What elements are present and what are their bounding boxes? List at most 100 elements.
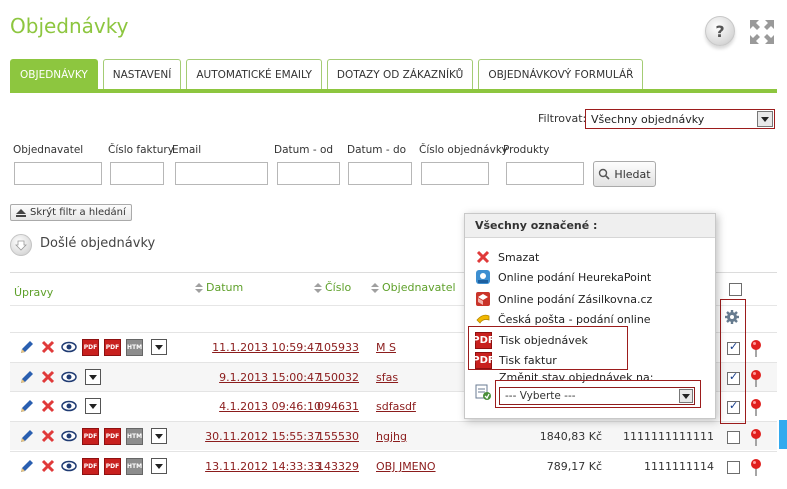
row-date[interactable]: 4.1.2013 09:46:10 bbox=[210, 400, 321, 413]
row-number[interactable]: 094631 bbox=[317, 400, 359, 413]
bulk-ceska-posta[interactable]: Česká pošta - podání online bbox=[475, 311, 651, 327]
row-actions-dropdown[interactable] bbox=[151, 428, 167, 444]
view-eye-icon[interactable] bbox=[61, 458, 77, 474]
map-pin-icon[interactable] bbox=[750, 428, 762, 446]
tab-automatic-emails[interactable]: AUTOMATICKÉ EMAILY bbox=[186, 59, 322, 90]
htm-icon[interactable]: HTM bbox=[126, 458, 143, 475]
row-amount: 1840,83 Kč bbox=[539, 430, 602, 443]
col-date-label: Datum bbox=[206, 281, 244, 294]
pdf-invoice-icon[interactable]: PDF bbox=[104, 339, 121, 356]
invoice-number-input[interactable] bbox=[110, 162, 164, 185]
row-actions-dropdown[interactable] bbox=[85, 398, 101, 414]
col-number-label: Číslo bbox=[325, 281, 352, 294]
row-number[interactable]: 105933 bbox=[317, 341, 359, 354]
sort-icon bbox=[314, 283, 322, 293]
delete-icon[interactable] bbox=[40, 458, 56, 474]
date-to-input[interactable] bbox=[348, 162, 412, 185]
row-number[interactable]: 155530 bbox=[317, 430, 359, 443]
row-number[interactable]: 143329 bbox=[317, 460, 359, 473]
col-customer-label: Objednavatel bbox=[382, 281, 456, 294]
row-actions-dropdown[interactable] bbox=[85, 369, 101, 385]
bulk-delete[interactable]: Smazat bbox=[475, 249, 539, 265]
delete-icon[interactable] bbox=[40, 369, 56, 385]
row-actions-dropdown[interactable] bbox=[151, 458, 167, 474]
tab-orders[interactable]: OBJEDNÁVKY bbox=[10, 59, 98, 90]
select-all-checkbox[interactable] bbox=[729, 283, 742, 296]
edit-pencil-icon[interactable] bbox=[19, 428, 35, 444]
table-row: PDF PDF HTM 13.11.2012 14:33:33 143329 O… bbox=[10, 451, 777, 480]
pdf-invoice-icon[interactable]: PDF bbox=[104, 458, 121, 475]
row-checkbox[interactable] bbox=[727, 431, 740, 444]
htm-icon[interactable]: HTM bbox=[126, 428, 143, 445]
chevron-down-icon bbox=[757, 111, 773, 127]
tab-settings[interactable]: NASTAVENÍ bbox=[102, 59, 182, 90]
delete-icon bbox=[475, 249, 491, 265]
edit-pencil-icon[interactable] bbox=[19, 339, 35, 355]
edit-pencil-icon[interactable] bbox=[19, 398, 35, 414]
popup-title: Všechny označené : bbox=[465, 214, 715, 238]
bulk-zasilkovna-label: Online podání Zásilkovna.cz bbox=[498, 292, 653, 306]
order-number-label: Číslo objednávky bbox=[419, 144, 508, 156]
view-eye-icon[interactable] bbox=[61, 339, 77, 355]
htm-icon[interactable]: HTM bbox=[126, 339, 143, 356]
sort-icon bbox=[195, 283, 203, 293]
edit-pencil-icon[interactable] bbox=[19, 458, 35, 474]
map-pin-icon[interactable] bbox=[750, 398, 762, 416]
row-date[interactable]: 30.11.2012 15:55:37 bbox=[200, 430, 321, 443]
hide-filter-button[interactable]: Skrýt filtr a hledání bbox=[10, 204, 132, 221]
sort-icon bbox=[371, 283, 379, 293]
map-pin-icon[interactable] bbox=[750, 458, 762, 476]
row-customer[interactable]: M S bbox=[376, 341, 396, 354]
search-button-label: Hledat bbox=[614, 167, 651, 181]
map-pin-icon[interactable] bbox=[750, 339, 762, 357]
search-button[interactable]: Hledat bbox=[593, 161, 656, 187]
fullscreen-icon[interactable] bbox=[748, 18, 776, 46]
tab-customer-questions[interactable]: DOTAZY OD ZÁKAZNÍKŮ bbox=[326, 59, 474, 90]
edit-pencil-icon[interactable] bbox=[19, 369, 35, 385]
row-number[interactable]: 150032 bbox=[317, 371, 359, 384]
collapse-up-icon bbox=[16, 208, 26, 217]
row-customer[interactable]: hgjhg bbox=[376, 430, 407, 443]
row-date[interactable]: 11.1.2013 10:59:47 bbox=[210, 341, 321, 354]
view-eye-icon[interactable] bbox=[61, 428, 77, 444]
pdf-invoice-icon[interactable]: PDF bbox=[104, 428, 121, 445]
row-date[interactable]: 9.1.2013 15:00:47 bbox=[210, 371, 321, 384]
delete-icon[interactable] bbox=[40, 398, 56, 414]
row-customer[interactable]: OBJ JMENO bbox=[376, 460, 436, 473]
row-customer[interactable]: sfas bbox=[376, 371, 398, 384]
col-number[interactable]: Číslo bbox=[314, 281, 351, 294]
view-eye-icon[interactable] bbox=[61, 398, 77, 414]
status-change-icon bbox=[474, 383, 492, 404]
view-eye-icon[interactable] bbox=[61, 369, 77, 385]
bulk-heureka[interactable]: Online podání HeurekaPoint bbox=[475, 269, 651, 285]
row-customer[interactable]: sdfasdf bbox=[376, 400, 416, 413]
tab-order-form[interactable]: OBJEDNÁVKOVÝ FORMULÁŘ bbox=[478, 59, 644, 90]
main-tabs: OBJEDNÁVKY NASTAVENÍ AUTOMATICKÉ EMAILY … bbox=[10, 59, 644, 90]
delete-icon[interactable] bbox=[40, 428, 56, 444]
pdf-order-icon[interactable]: PDF bbox=[82, 339, 99, 356]
bulk-zasilkovna[interactable]: Online podání Zásilkovna.cz bbox=[475, 291, 652, 307]
col-customer[interactable]: Objednavatel bbox=[371, 281, 456, 294]
date-from-input[interactable] bbox=[277, 162, 340, 185]
order-number-input[interactable] bbox=[421, 162, 489, 185]
customer-input[interactable] bbox=[14, 162, 102, 185]
print-options-highlight bbox=[468, 326, 628, 370]
search-icon bbox=[599, 168, 610, 180]
filter-select[interactable]: Všechny objednávky bbox=[585, 109, 775, 129]
row-date[interactable]: 13.11.2012 14:33:33 bbox=[200, 460, 321, 473]
email-input[interactable] bbox=[175, 162, 268, 185]
help-icon[interactable]: ? bbox=[705, 16, 735, 46]
row-actions-dropdown[interactable] bbox=[151, 339, 167, 355]
col-edits: Úpravy bbox=[14, 286, 54, 299]
row-checkbox[interactable] bbox=[727, 461, 740, 474]
col-date[interactable]: Datum bbox=[195, 281, 243, 294]
delete-icon[interactable] bbox=[40, 339, 56, 355]
date-to-label: Datum - do bbox=[347, 144, 407, 156]
map-pin-icon[interactable] bbox=[750, 369, 762, 387]
pdf-order-icon[interactable]: PDF bbox=[82, 428, 99, 445]
pdf-order-icon[interactable]: PDF bbox=[82, 458, 99, 475]
bulk-actions-popup: Všechny označené : Smazat Online podání … bbox=[464, 213, 716, 419]
invoice-number-label: Číslo faktury bbox=[108, 144, 174, 156]
products-input[interactable] bbox=[506, 162, 584, 185]
zasilkovna-icon bbox=[475, 291, 491, 307]
